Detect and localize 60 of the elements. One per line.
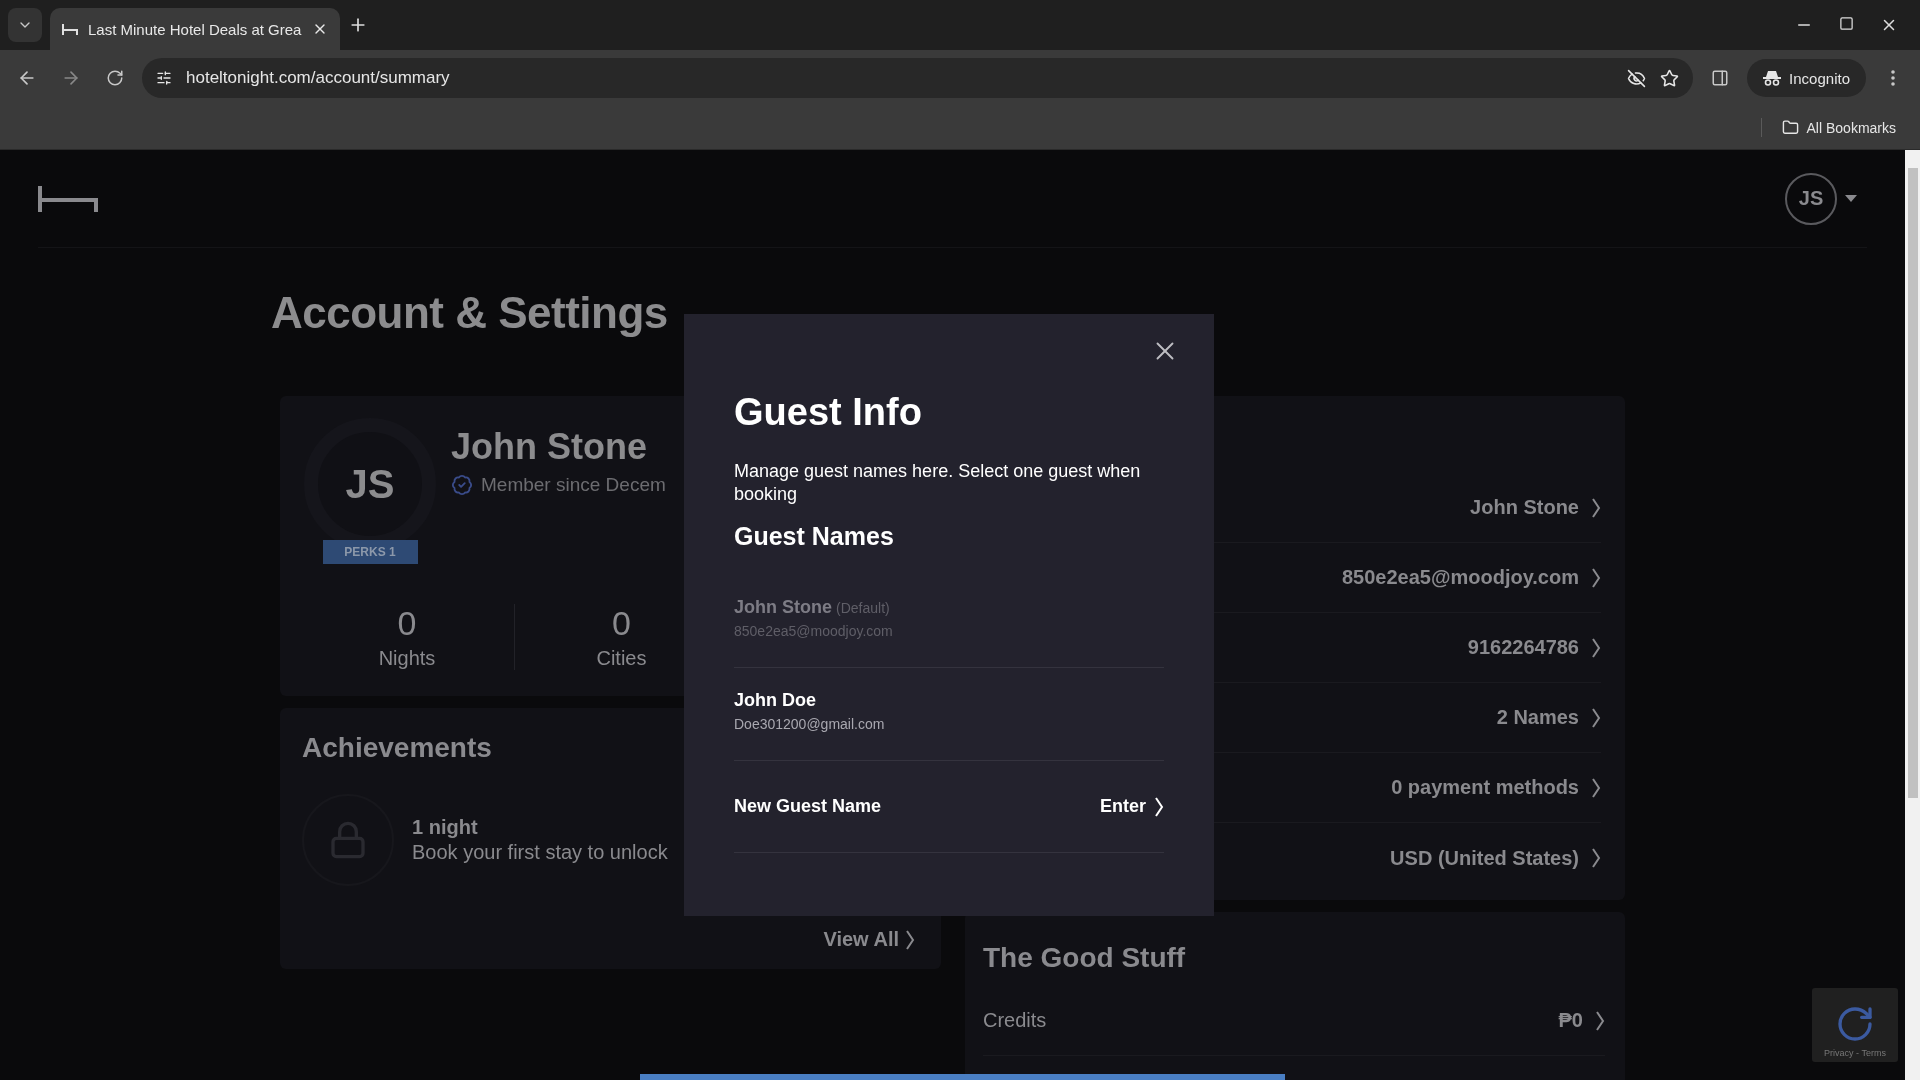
card-title: Achievements [302, 732, 492, 764]
view-all-link[interactable]: View All [823, 928, 915, 951]
profile-name: John Stone [451, 426, 648, 468]
incognito-button[interactable]: Incognito [1747, 59, 1866, 97]
chevron-right-icon [1591, 636, 1601, 659]
tab-title: Last Minute Hotel Deals at Grea [88, 20, 302, 38]
member-since-text: Member since Decem [481, 474, 666, 496]
stat-value: 0 [612, 604, 631, 643]
reload-icon [106, 69, 124, 87]
incognito-icon [1763, 70, 1782, 86]
tab-list-button[interactable] [8, 8, 42, 42]
stat-value: 0 [397, 604, 417, 643]
recaptcha-links[interactable]: Privacy - Terms [1824, 1048, 1886, 1058]
guest-item[interactable]: John Doe Doe301200@gmail.com [734, 668, 1164, 761]
chevron-right-icon [1591, 706, 1601, 729]
stat-label: Nights [378, 647, 436, 670]
guest-email: 850e2ea5@moodjoy.com [734, 623, 894, 639]
site-settings-icon[interactable] [156, 70, 172, 86]
guest-item[interactable]: John Stone (Default) 850e2ea5@moodjoy.com [734, 575, 1164, 668]
chevron-right-icon [1595, 1009, 1605, 1032]
chevron-right-icon [1591, 566, 1601, 589]
all-bookmarks-button[interactable]: All Bookmarks [1760, 118, 1902, 137]
bookmark-star-icon[interactable] [1660, 68, 1680, 88]
achievement-title: 1 night [412, 816, 479, 839]
browser-tab[interactable]: Last Minute Hotel Deals at Grea [50, 8, 340, 50]
row-value: ₱0 [1558, 1009, 1605, 1032]
caret-icon[interactable] [1845, 194, 1857, 203]
setting-row[interactable]: USD (United States) [989, 823, 1601, 893]
restore-icon[interactable] [1839, 16, 1854, 31]
chevron-right-icon [1591, 776, 1601, 799]
address-bar[interactable]: hoteltonight.com/account/summary [142, 58, 1694, 98]
more-icon [1891, 70, 1895, 86]
enter-link[interactable]: Enter [1100, 795, 1164, 818]
chevron-right-icon [1154, 795, 1164, 818]
folder-icon [1781, 119, 1799, 136]
chevron-right-icon [1591, 847, 1601, 869]
section-title: Guest Names [734, 522, 895, 551]
guest-name: John Doe [734, 690, 816, 711]
row-label: Credits [983, 1009, 1047, 1032]
stat-label: Cities [596, 647, 647, 670]
credits-row[interactable]: Credits ₱0 [983, 986, 1605, 1056]
side-panel-icon [1711, 69, 1730, 87]
url-text: hoteltonight.com/account/summary [186, 68, 451, 88]
card-title: The Good Stuff [983, 942, 1186, 974]
default-tag: (Default) [836, 600, 890, 616]
recaptcha-icon [1835, 1004, 1875, 1044]
guest-email: Doe301200@gmail.com [734, 716, 886, 732]
bed-icon [62, 22, 78, 36]
dialog-title: Guest Info [734, 391, 923, 434]
chevron-right-icon [1591, 496, 1601, 519]
bed-logo-icon [38, 183, 98, 214]
user-avatar-button[interactable]: JS [1785, 172, 1837, 225]
chevron-right-icon [905, 928, 915, 951]
scrollbar[interactable] [1905, 150, 1920, 1080]
achievement-description: Book your first stay to unlock [412, 841, 668, 864]
guest-name: John Stone [734, 597, 832, 618]
new-guest-label: New Guest Name [734, 796, 882, 817]
eye-off-icon[interactable] [1627, 68, 1647, 88]
page-title: Account & Settings [271, 288, 669, 338]
verified-icon [451, 474, 473, 496]
